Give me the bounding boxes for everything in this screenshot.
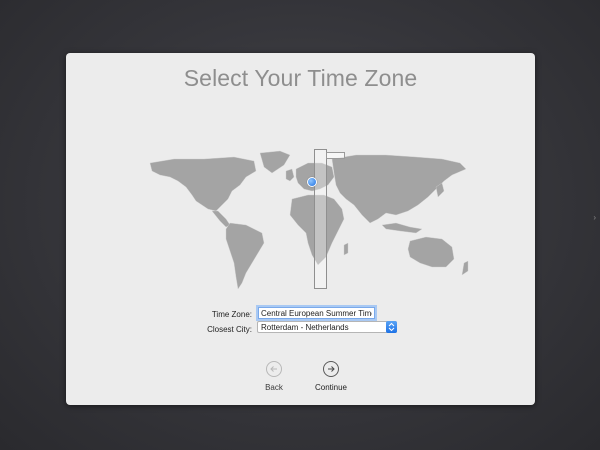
page-title: Select Your Time Zone [183, 65, 418, 91]
continue-button-label: Continue [314, 383, 348, 392]
map-madagascar [343, 242, 349, 256]
map-greenland [259, 150, 291, 174]
map-central-america [211, 210, 231, 228]
closest-city-select[interactable]: Rotterdam - Netherlands [257, 321, 397, 333]
map-north-america [149, 156, 257, 212]
map-british-isles [285, 168, 295, 182]
map-new-zealand [461, 260, 469, 276]
location-pin-icon[interactable] [307, 177, 317, 187]
continue-button[interactable]: Continue [306, 361, 356, 392]
map-asia [331, 154, 467, 224]
timezone-band-highlight [314, 149, 327, 289]
back-button-label: Back [265, 383, 283, 392]
map-indonesia [381, 222, 423, 234]
map-south-america [225, 222, 265, 290]
back-button[interactable]: Back [254, 361, 294, 392]
world-map[interactable] [146, 149, 476, 299]
chevron-updown-icon[interactable] [386, 321, 397, 333]
edge-indicator: › [593, 213, 596, 222]
time-zone-label: Time Zone: [211, 310, 252, 319]
setup-panel: Select Your Time Zone Time Zone: Central… [66, 53, 535, 405]
time-zone-field[interactable] [258, 307, 375, 319]
timezone-band-tab [326, 152, 345, 159]
arrow-right-circle-icon [323, 361, 339, 377]
map-australia [407, 236, 455, 268]
closest-city-value: Rotterdam - Netherlands [261, 323, 349, 332]
closest-city-label: Closest City: [207, 325, 252, 334]
arrow-left-circle-icon [266, 361, 282, 377]
